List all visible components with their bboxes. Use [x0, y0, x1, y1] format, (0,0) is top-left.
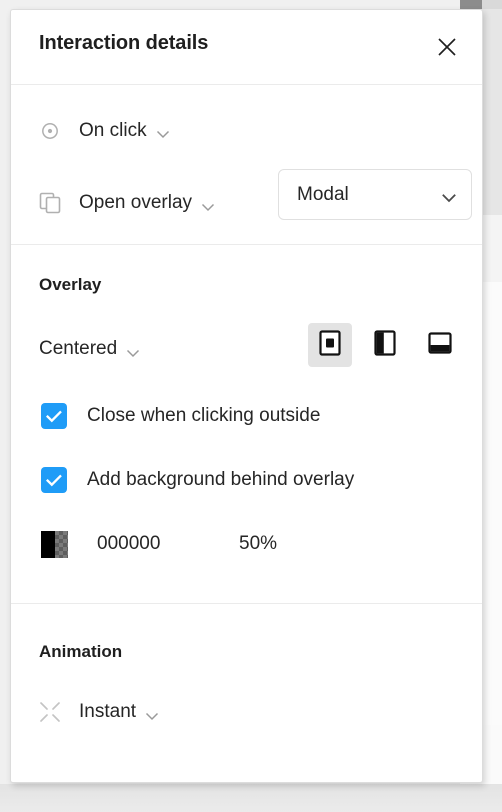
overlay-icon [39, 192, 61, 214]
page-title: Interaction details [39, 32, 209, 54]
trigger-dropdown[interactable]: On click [79, 120, 170, 142]
background-color-row: 000000 50% [11, 521, 482, 567]
add-background-label: Add background behind overlay [87, 469, 355, 490]
animation-section: Animation Instant [11, 604, 482, 734]
overlay-type-select[interactable]: Modal [278, 169, 472, 220]
overlay-section-heading: Overlay [39, 275, 102, 294]
position-bottom-button[interactable] [418, 323, 462, 367]
animation-label: Instant [79, 701, 137, 722]
overlay-position-button-group [308, 323, 462, 367]
close-outside-checkbox-row: Close when clicking outside [11, 393, 482, 439]
overlay-type-value: Modal [297, 183, 349, 205]
close-outside-checkbox[interactable] [41, 403, 67, 429]
chevron-down-icon [156, 126, 170, 139]
animation-section-heading: Animation [39, 642, 123, 661]
overlay-position-dropdown[interactable]: Centered [39, 338, 140, 360]
collapse-arrows-icon [39, 701, 61, 723]
color-swatch-alpha [54, 530, 68, 558]
animation-row: Instant [11, 690, 482, 734]
backdrop-bottom-bar [0, 784, 502, 812]
color-swatch[interactable] [41, 530, 68, 558]
chevron-down-icon [441, 190, 456, 203]
position-centered-button[interactable] [308, 323, 352, 367]
overlay-centered-icon [317, 329, 343, 361]
overlay-position-row: Centered [11, 323, 482, 375]
animation-dropdown[interactable]: Instant [79, 701, 159, 723]
check-icon [46, 474, 62, 486]
background-color-opacity[interactable]: 50% [239, 533, 277, 555]
overlay-bottom-sheet-icon [427, 330, 453, 361]
panel-header: Interaction details [11, 10, 482, 85]
overlay-left-panel-icon [372, 329, 398, 361]
action-row: Open overlay Modal [11, 162, 482, 244]
interaction-details-panel: Interaction details On click Open overla… [10, 9, 483, 783]
add-background-checkbox-row: Add background behind overlay [11, 457, 482, 503]
overlay-position-label: Centered [39, 338, 118, 359]
check-icon [46, 410, 62, 422]
position-left-button[interactable] [363, 323, 407, 367]
trigger-action-section: On click Open overlay Modal [11, 85, 482, 244]
chevron-down-icon [145, 708, 159, 720]
close-outside-label: Close when clicking outside [87, 405, 321, 426]
background-color-hex[interactable]: 000000 [97, 533, 160, 555]
click-target-icon [39, 120, 61, 142]
chevron-down-icon [201, 199, 215, 211]
action-label: Open overlay [79, 192, 193, 213]
add-background-checkbox[interactable] [41, 467, 67, 493]
trigger-label: On click [79, 119, 147, 141]
backdrop-notch-light [482, 0, 502, 9]
close-button[interactable] [432, 32, 462, 62]
action-dropdown[interactable]: Open overlay [79, 192, 215, 214]
trigger-row: On click [11, 85, 482, 162]
close-icon [438, 38, 456, 56]
backdrop-notch-dark [460, 0, 482, 9]
chevron-down-icon [126, 345, 140, 357]
color-swatch-solid [41, 530, 55, 558]
overlay-section: Overlay Centered Close when clicking out… [11, 245, 482, 567]
